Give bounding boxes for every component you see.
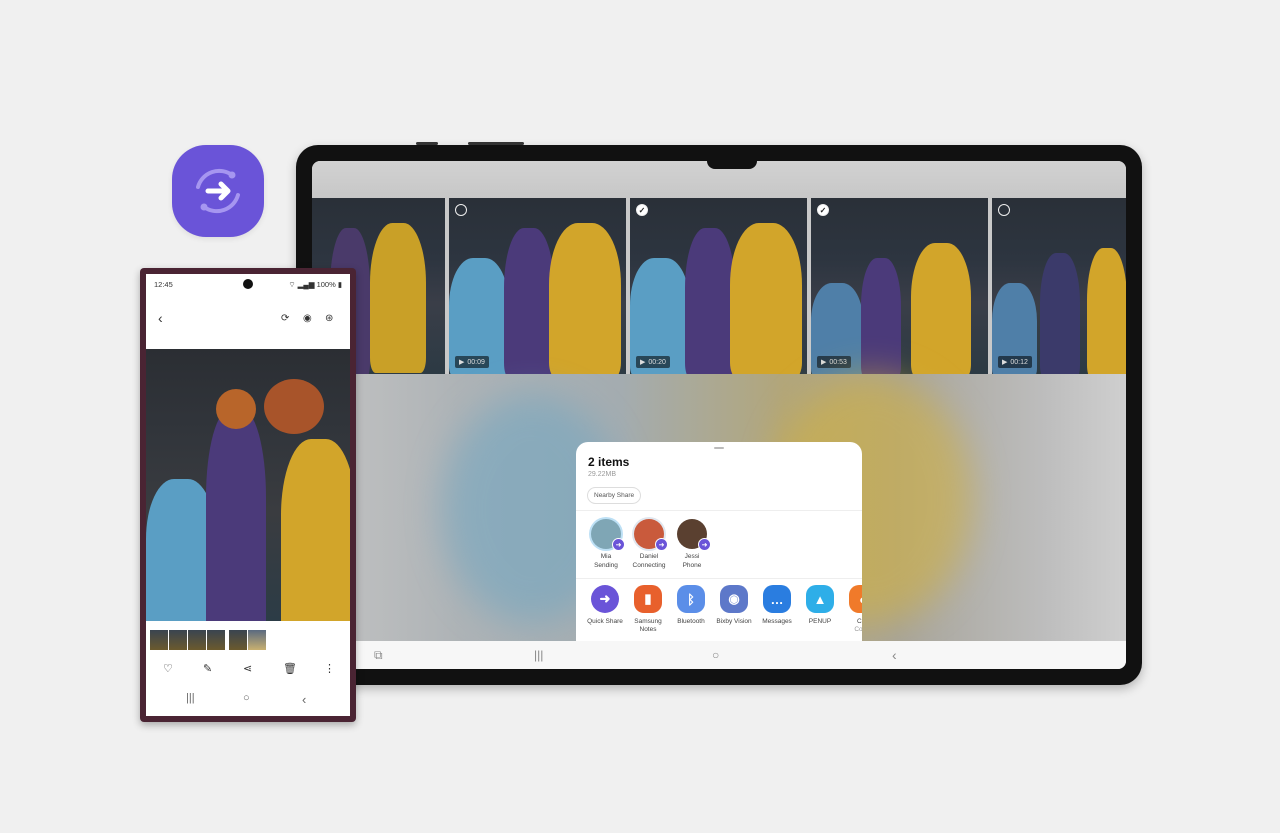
photo-actions-bar: ♡ ✎ ⋖ 🗑 ⋮ [146,658,350,682]
video-duration: ▶ 00:53 [817,356,851,368]
quick-share-badge-icon: ➜ [698,538,711,551]
tablet-navigation-bar: ⧉ ||| ○ ‹ [312,641,1126,669]
share-item-count: 2 items [588,455,630,469]
phone-navigation-bar: ||| ○ ‹ [146,688,350,712]
contact-mia[interactable]: ➜ Mia Sending [586,519,626,570]
screenshot-icon[interactable]: ⧉ [374,648,383,663]
tablet-screen: ▶ 00:09 ✓ ▶ 00:20 ✓ ▶ 00:53 ▶ 00:12 2 it… [312,161,1126,669]
app-contacts[interactable]: ● Con Conta [841,585,862,634]
avatar: ➜ [677,519,711,551]
penup-icon: ▲ [806,585,834,613]
app-bixby-vision[interactable]: ◉ Bixby Vision [712,585,756,626]
back-button[interactable]: ‹ [302,692,306,707]
home-button[interactable]: ○ [243,692,250,704]
back-icon[interactable]: ‹ [158,310,163,326]
viewer-toolbar: ‹ ⟳ ◉ ⊛ [146,304,350,338]
avatar: ➜ [591,519,625,551]
more-icon[interactable]: ⋮ [324,662,335,675]
contact-jessi[interactable]: ➜ Jessi Phone [672,519,712,570]
select-checkbox[interactable] [998,204,1010,216]
tablet-volume-button [468,142,524,145]
app-bluetooth[interactable]: ᛒ Bluetooth [669,585,713,626]
front-camera [243,279,253,289]
share-sheet: 2 items 29.22MB Nearby Share ➜ Mia Sendi… [576,442,862,642]
gallery-thumbnail-row: ▶ 00:09 ✓ ▶ 00:20 ✓ ▶ 00:53 ▶ 00:12 [312,198,1126,374]
select-checkbox[interactable] [455,204,467,216]
remaster-icon[interactable]: ⟳ [281,313,289,324]
camera-notch [707,161,757,169]
app-messages[interactable]: … Messages [755,585,799,626]
app-quick-share[interactable]: ➜ Quick Share [583,585,627,626]
app-samsung-notes[interactable]: ▮ Samsung Notes [626,585,670,634]
share-app-list: ➜ Quick Share ▮ Samsung Notes ᛒ Bluetoot… [576,585,862,642]
favorite-icon[interactable]: ♡ [163,662,173,675]
phone-screen: 12:45 ⌔ ▂▄▆ 100% ▮ ‹ ⟳ ◉ ⊛ ♡ ✎ ⋖ 🗑 ⋮ |||… [146,274,350,716]
gallery-thumbnail[interactable]: ▶ 00:12 [992,198,1126,374]
play-icon: ▶ [459,359,465,366]
phone-device: 12:45 ⌔ ▂▄▆ 100% ▮ ‹ ⟳ ◉ ⊛ ♡ ✎ ⋖ 🗑 ⋮ |||… [140,268,356,722]
back-button[interactable]: ‹ [892,647,897,663]
video-duration: ▶ 00:09 [455,356,489,368]
avatar: ➜ [634,519,668,551]
home-button[interactable]: ○ [712,648,719,662]
share-icon[interactable]: ⋖ [243,662,252,675]
quick-share-badge-icon: ➜ [655,538,668,551]
tablet-side-button [416,142,438,145]
play-icon: ▶ [821,359,827,366]
sheet-drag-handle[interactable] [714,447,724,449]
recents-button[interactable]: ||| [186,692,195,704]
gallery-thumbnail[interactable]: ▶ 00:09 [449,198,626,374]
video-duration: ▶ 00:12 [998,356,1032,368]
delete-icon[interactable]: 🗑 [283,662,297,675]
messages-icon: … [763,585,791,613]
select-checkbox-checked[interactable]: ✓ [636,204,648,216]
samsung-notes-icon: ▮ [634,585,662,613]
recents-button[interactable]: ||| [534,648,543,662]
eye-icon[interactable]: ◉ [303,313,312,324]
eye-icon: ◉ [720,585,748,613]
live-focus-icon[interactable]: ⊛ [325,313,333,324]
play-icon: ▶ [1002,359,1008,366]
gallery-thumbnail[interactable]: ✓ ▶ 00:53 [811,198,988,374]
divider [576,510,862,511]
photo-preview[interactable] [146,349,350,621]
quick-share-icon: ➜ [591,585,619,613]
gallery-thumbnail[interactable]: ✓ ▶ 00:20 [630,198,807,374]
quick-share-app-icon[interactable] [172,145,264,237]
tablet-device: ▶ 00:09 ✓ ▶ 00:20 ✓ ▶ 00:53 ▶ 00:12 2 it… [296,142,1142,685]
status-icons: ⌔ ▂▄▆ 100% ▮ [288,280,342,289]
quick-share-badge-icon: ➜ [612,538,625,551]
quick-share-icon [196,168,240,214]
contact-daniel[interactable]: ➜ Daniel Connecting [629,519,669,570]
divider [576,578,862,579]
bluetooth-icon: ᛒ [677,585,705,613]
play-icon: ▶ [640,359,646,366]
app-penup[interactable]: ▲ PENUP [798,585,842,626]
video-duration: ▶ 00:20 [636,356,670,368]
share-total-size: 29.22MB [588,471,617,478]
status-bar: 12:45 ⌔ ▂▄▆ 100% ▮ [154,279,342,289]
filmstrip[interactable] [150,630,266,650]
select-checkbox-checked[interactable]: ✓ [817,204,829,216]
nearby-share-button[interactable]: Nearby Share [587,487,642,504]
edit-icon[interactable]: ✎ [203,662,212,675]
contacts-icon: ● [849,585,862,613]
